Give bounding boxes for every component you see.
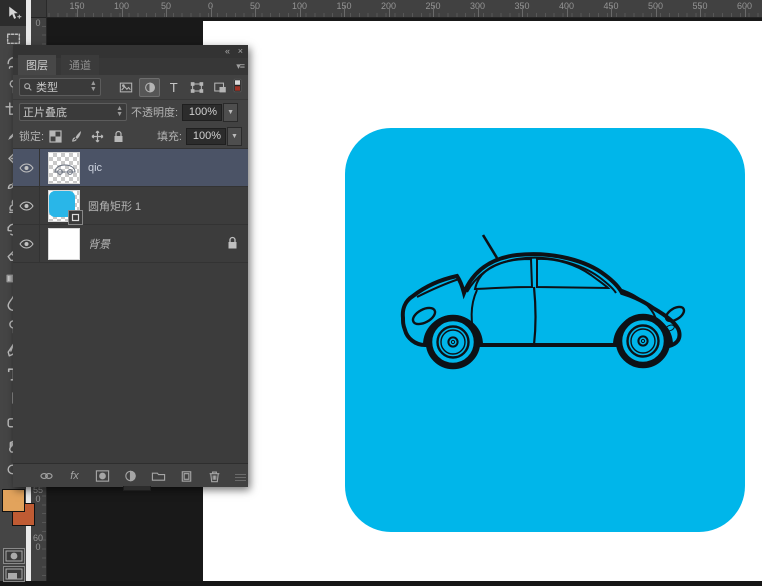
layer-name[interactable]: 背景 [88,236,110,252]
visibility-eye-icon[interactable] [13,225,40,262]
ruler-tick [567,6,568,17]
smartobject-filter-icon[interactable] [210,79,229,96]
background-lock-icon [227,236,238,253]
ruler-tick [211,6,212,17]
new-layer-icon[interactable] [178,468,196,484]
ruler-tick [255,6,256,17]
ruler-tick [300,6,301,17]
shape-filter-icon[interactable] [187,79,206,96]
fill-dropdown-arrow[interactable]: ▼ [227,127,242,146]
move-tool[interactable] [0,0,26,26]
ruler-tick [745,6,746,17]
type-filter-icon[interactable]: T [164,79,183,96]
ruler-corner [31,0,47,18]
ruler-tick [611,6,612,17]
ruler-tick [656,6,657,17]
visibility-eye-icon[interactable] [13,187,40,224]
shape-layer-badge-icon [68,210,83,225]
panel-resize-grip[interactable] [235,474,246,483]
ruler-label: 0 [33,19,43,28]
layer-row-rounded-rectangle[interactable]: 圆角矩形 1 [13,187,248,225]
opacity-label: 不透明度: [131,104,178,120]
blend-mode-dropdown[interactable]: 正片叠底 ▲▼ [19,103,127,121]
ruler-tick [433,6,434,17]
panel-bottom-grip[interactable] [123,486,151,491]
tab-channels[interactable]: 通道 [61,55,99,75]
color-swatches [1,489,35,539]
ruler-tick [522,6,523,17]
layer-name[interactable]: 圆角矩形 1 [88,198,141,214]
layer-thumbnail[interactable] [48,228,80,260]
layer-mask-icon[interactable] [94,468,112,484]
layer-thumbnail[interactable] [48,152,80,184]
filter-toggle-switch[interactable] [233,78,242,96]
filter-type-label: 类型 [36,79,58,95]
delete-layer-icon[interactable] [206,468,224,484]
lock-all-icon[interactable] [111,129,126,144]
fill-label: 填充: [157,128,182,144]
blend-mode-row: 正片叠底 ▲▼ 不透明度: 100% ▼ [13,100,248,124]
blend-mode-value: 正片叠底 [23,104,67,120]
quick-mask-button[interactable] [3,548,25,564]
ruler-tick [389,6,390,17]
panel-footer: fx [13,463,248,487]
adjustment-filter-icon[interactable] [139,78,160,97]
adjustment-layer-icon[interactable] [122,468,140,484]
visibility-eye-icon[interactable] [13,149,40,186]
layer-list: qic 圆角矩形 1 背景 [13,149,248,463]
pixel-filter-icon[interactable] [116,79,135,96]
car-artwork [397,223,707,373]
ruler-tick [166,6,167,17]
close-panel-icon[interactable]: × [238,45,243,58]
ruler-tick [344,6,345,17]
document-canvas[interactable] [203,21,762,581]
panel-tab-bar: 图层 通道 ▾≡ [13,58,248,75]
tab-layers[interactable]: 图层 [18,55,56,75]
opacity-dropdown-arrow[interactable]: ▼ [223,103,238,122]
lock-transparency-icon[interactable] [48,129,63,144]
panel-menu-icon[interactable]: ▾≡ [236,61,244,72]
collapse-panel-icon[interactable]: « [225,45,230,58]
layer-effects-icon[interactable]: fx [66,468,84,484]
ruler-tick [700,6,701,17]
ruler-tick [478,6,479,17]
layer-name[interactable]: qic [88,162,102,174]
screen-mode-button[interactable] [3,566,25,582]
layer-group-icon[interactable] [150,468,168,484]
link-layers-icon[interactable] [38,468,56,484]
layer-thumbnail[interactable] [48,190,80,222]
lock-row: 锁定: 填充: 100% ▼ [13,124,248,149]
ruler-tick [77,6,78,17]
lock-pixels-icon[interactable] [69,129,84,144]
layers-panel: « × 图层 通道 ▾≡ 类型 ▲▼ T 正片叠底 [13,45,248,487]
lock-label: 锁定: [19,128,44,144]
horizontal-ruler[interactable]: 1501005005010015020025030035040045050055… [31,0,762,18]
opacity-value[interactable]: 100% [182,104,222,121]
ruler-tick [122,6,123,17]
layer-filter-row: 类型 ▲▼ T [13,75,248,100]
fill-value[interactable]: 100% [186,128,226,145]
lock-position-icon[interactable] [90,129,105,144]
filter-type-dropdown[interactable]: 类型 ▲▼ [19,78,101,96]
layer-row-background[interactable]: 背景 [13,225,248,263]
layer-row-qic[interactable]: qic [13,149,248,187]
foreground-color-swatch[interactable] [2,489,25,512]
